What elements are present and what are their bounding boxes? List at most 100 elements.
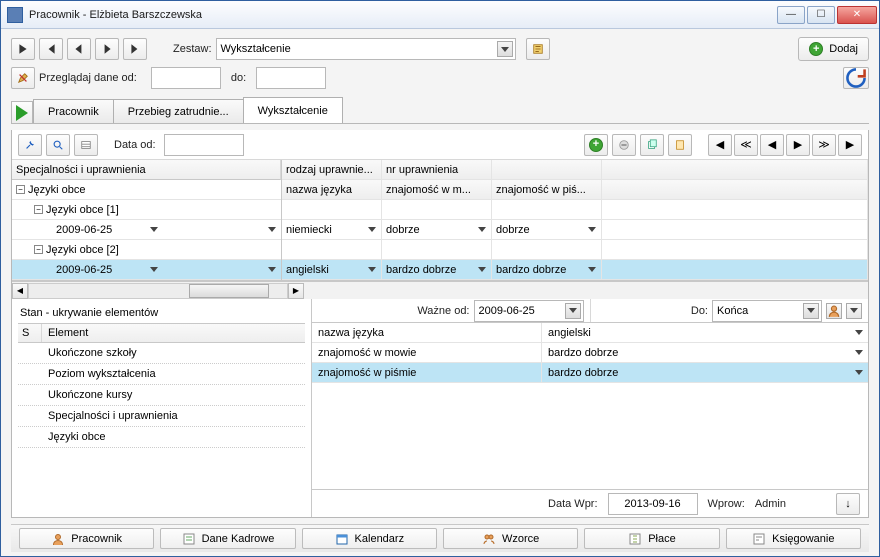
browse-from-label: Przeglądaj dane od:	[39, 72, 137, 84]
data-wpr-label: Data Wpr:	[548, 498, 598, 510]
tree-node-j2[interactable]: −Języki obce [2]	[12, 240, 281, 260]
plus-icon: +	[809, 42, 823, 56]
detail-row-mowa[interactable]: znajomość w mowie bardzo dobrze	[312, 343, 868, 363]
wazne-od-combo[interactable]: 2009-06-25	[474, 300, 584, 322]
chevron-down-icon[interactable]	[147, 263, 161, 277]
nav-prev-button[interactable]	[67, 38, 91, 60]
list-button[interactable]	[74, 134, 98, 156]
expander-icon[interactable]: −	[34, 245, 43, 254]
col-mowa[interactable]: znajomość w m...	[382, 180, 492, 200]
tab-pracownik[interactable]: Pracownik	[33, 99, 114, 123]
chevron-down-icon[interactable]	[147, 223, 161, 237]
detail-row-pismo[interactable]: znajomość w piśmie bardzo dobrze	[312, 363, 868, 383]
btab-kalendarz[interactable]: Kalendarz	[302, 528, 437, 549]
col-empty3	[602, 180, 868, 200]
detail-row-nazwa[interactable]: nazwa języka angielski	[312, 323, 868, 343]
col-element[interactable]: Element	[42, 324, 305, 342]
app-icon	[7, 7, 23, 23]
data-wpr-input[interactable]	[608, 493, 698, 515]
wprow-label: Wprow:	[708, 498, 745, 510]
grid-step-next-button[interactable]: ▶	[786, 134, 810, 156]
chevron-down-icon[interactable]	[585, 263, 599, 277]
close-button[interactable]: ✕	[837, 6, 877, 24]
tools-button[interactable]	[18, 134, 42, 156]
chevron-down-icon[interactable]	[475, 263, 489, 277]
chevron-down-icon[interactable]	[852, 326, 866, 340]
wazne-od-label: Ważne od:	[417, 305, 469, 317]
col-nr[interactable]: nr uprawnienia	[382, 160, 492, 180]
chevron-down-icon[interactable]	[365, 263, 379, 277]
tab-przebieg[interactable]: Przebieg zatrudnie...	[113, 99, 244, 123]
dropdown-button[interactable]	[846, 303, 862, 319]
maximize-button[interactable]: ☐	[807, 6, 835, 24]
grid-empty-row-2	[282, 240, 868, 260]
grid-next-button[interactable]: ▶	[838, 134, 862, 156]
grid-step-prev-button[interactable]: ◀	[760, 134, 784, 156]
col-nazwa[interactable]: nazwa języka	[282, 180, 382, 200]
person-picker-button[interactable]	[826, 303, 842, 319]
zestaw-combo[interactable]: Wykształcenie	[216, 38, 516, 60]
elem-item-szkoly[interactable]: Ukończone szkoły	[18, 343, 305, 364]
chevron-down-icon[interactable]	[475, 223, 489, 237]
down-button[interactable]: ↓	[836, 493, 860, 515]
btab-pracownik[interactable]: Pracownik	[19, 528, 154, 549]
copy-button[interactable]	[640, 134, 664, 156]
col-rodzaj[interactable]: rodzaj uprawnie...	[282, 160, 382, 180]
nav-last-button[interactable]	[123, 38, 147, 60]
tab-wyksztalcenie[interactable]: Wykształcenie	[243, 97, 343, 123]
btab-wzorce[interactable]: Wzorce	[443, 528, 578, 549]
tree-date-1[interactable]: 2009-06-25	[12, 220, 281, 240]
paste-button[interactable]	[668, 134, 692, 156]
add-button[interactable]: + Dodaj	[798, 37, 869, 61]
refresh-button[interactable]	[843, 67, 869, 89]
chevron-down-icon[interactable]	[265, 223, 279, 237]
horizontal-scrollbar[interactable]: ◀ ▶	[12, 281, 868, 299]
tree-header: Specjalności i uprawnienia	[12, 160, 281, 180]
data-od-input[interactable]	[164, 134, 244, 156]
search-button[interactable]	[46, 134, 70, 156]
chevron-down-icon[interactable]	[585, 223, 599, 237]
tree-date-2[interactable]: 2009-06-25	[12, 260, 281, 280]
elem-item-kursy[interactable]: Ukończone kursy	[18, 385, 305, 406]
edit-toggle-button[interactable]	[11, 67, 35, 89]
col-pismo[interactable]: znajomość w piś...	[492, 180, 602, 200]
col-s[interactable]: S	[18, 324, 42, 342]
zestaw-action-button[interactable]	[526, 38, 550, 60]
minimize-button[interactable]: —	[777, 6, 805, 24]
wprow-value: Admin	[755, 498, 786, 510]
grid-row-1[interactable]: niemiecki dobrze dobrze	[282, 220, 868, 240]
chevron-down-icon[interactable]	[852, 346, 866, 360]
elem-item-specjalnosci[interactable]: Specjalności i uprawnienia	[18, 406, 305, 427]
chevron-down-icon[interactable]	[852, 366, 866, 380]
run-tab-button[interactable]	[11, 101, 33, 123]
btab-place[interactable]: Płace	[584, 528, 719, 549]
expander-icon[interactable]: −	[34, 205, 43, 214]
col-empty	[492, 160, 602, 180]
chevron-down-icon[interactable]	[265, 263, 279, 277]
nav-next-button[interactable]	[95, 38, 119, 60]
nav-first-button[interactable]	[39, 38, 63, 60]
scroll-right-button[interactable]: ▶	[288, 283, 304, 299]
date-from-input[interactable]	[151, 67, 221, 89]
scroll-thumb[interactable]	[189, 284, 269, 298]
elem-item-jezyki[interactable]: Języki obce	[18, 427, 305, 448]
tree-node-jezyki[interactable]: −Języki obce	[12, 180, 281, 200]
nav-play-button[interactable]	[11, 38, 35, 60]
add-row-button[interactable]: +	[584, 134, 608, 156]
grid-fast-next-button[interactable]: ≫	[812, 134, 836, 156]
date-to-input[interactable]	[256, 67, 326, 89]
grid-row-2[interactable]: angielski bardzo dobrze bardzo dobrze	[282, 260, 868, 280]
elem-item-poziom[interactable]: Poziom wykształcenia	[18, 364, 305, 385]
grid-fast-prev-button[interactable]: ≪	[734, 134, 758, 156]
btab-ksiegowanie[interactable]: Księgowanie	[726, 528, 861, 549]
expander-icon[interactable]: −	[16, 185, 25, 194]
zestaw-value: Wykształcenie	[221, 43, 291, 55]
btab-dane-kadrowe[interactable]: Dane Kadrowe	[160, 528, 295, 549]
window-title: Pracownik - Elżbieta Barszczewska	[29, 9, 777, 21]
do-combo[interactable]: Końca	[712, 300, 822, 322]
remove-row-button[interactable]	[612, 134, 636, 156]
grid-prev-button[interactable]: ◀	[708, 134, 732, 156]
scroll-left-button[interactable]: ◀	[12, 283, 28, 299]
tree-node-j1[interactable]: −Języki obce [1]	[12, 200, 281, 220]
chevron-down-icon[interactable]	[365, 223, 379, 237]
